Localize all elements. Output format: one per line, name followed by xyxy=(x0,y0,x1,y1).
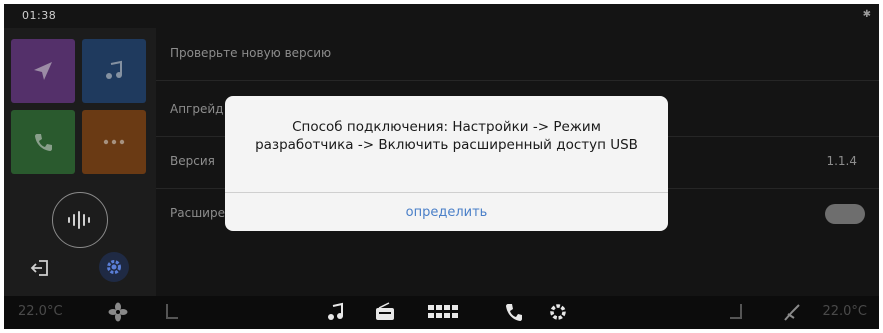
music-tile[interactable] xyxy=(82,39,146,103)
connection-dialog: Способ подключения: Настройки -> Режим р… xyxy=(225,96,668,231)
phone-icon xyxy=(35,134,52,151)
bottom-dock: 22.0°C 22.0°C xyxy=(4,296,879,329)
exit-icon xyxy=(30,260,48,276)
phone-tile[interactable] xyxy=(11,110,75,174)
gear-icon xyxy=(107,260,121,274)
voice-assistant-button[interactable] xyxy=(52,192,108,248)
bluetooth-icon: ✱ xyxy=(862,9,871,20)
voice-assistant-icon xyxy=(68,211,90,229)
more-tile[interactable] xyxy=(82,110,146,174)
apps-icon[interactable] xyxy=(427,302,463,322)
settings-button[interactable] xyxy=(99,252,129,282)
seat-heat-icon[interactable] xyxy=(782,302,802,322)
sidebar xyxy=(4,28,156,296)
head-unit-screen: 01:38 ✱ Проверьте новую версию Апгрейд В… xyxy=(4,4,879,329)
status-bar: 01:38 ✱ xyxy=(4,4,879,28)
upgrade-label: Апгрейд xyxy=(170,102,224,116)
settings-icon[interactable] xyxy=(548,302,568,322)
check-update-label: Проверьте новую версию xyxy=(170,46,332,60)
version-label: Версия xyxy=(170,154,215,168)
navigation-icon xyxy=(34,62,52,80)
clock: 01:38 xyxy=(22,9,57,22)
version-value: 1.1.4 xyxy=(826,154,857,168)
exit-button[interactable] xyxy=(30,258,50,282)
radio-icon[interactable] xyxy=(374,302,396,322)
more-icon xyxy=(103,139,125,145)
seat-left-icon[interactable] xyxy=(164,302,180,322)
dialog-message: Способ подключения: Настройки -> Режим р… xyxy=(255,119,638,153)
fan-icon[interactable] xyxy=(108,302,128,322)
dialog-confirm-button[interactable]: определить xyxy=(225,193,668,231)
right-temperature[interactable]: 22.0°C xyxy=(822,304,867,319)
phone-icon[interactable] xyxy=(504,302,524,322)
left-temperature[interactable]: 22.0°C xyxy=(18,304,63,319)
music-icon xyxy=(106,60,122,79)
music-icon[interactable] xyxy=(326,302,346,322)
extended-usb-toggle[interactable] xyxy=(825,204,865,224)
navigation-tile[interactable] xyxy=(11,39,75,103)
seat-right-icon[interactable] xyxy=(728,302,744,322)
check-update-row[interactable]: Проверьте новую версию xyxy=(156,28,879,81)
